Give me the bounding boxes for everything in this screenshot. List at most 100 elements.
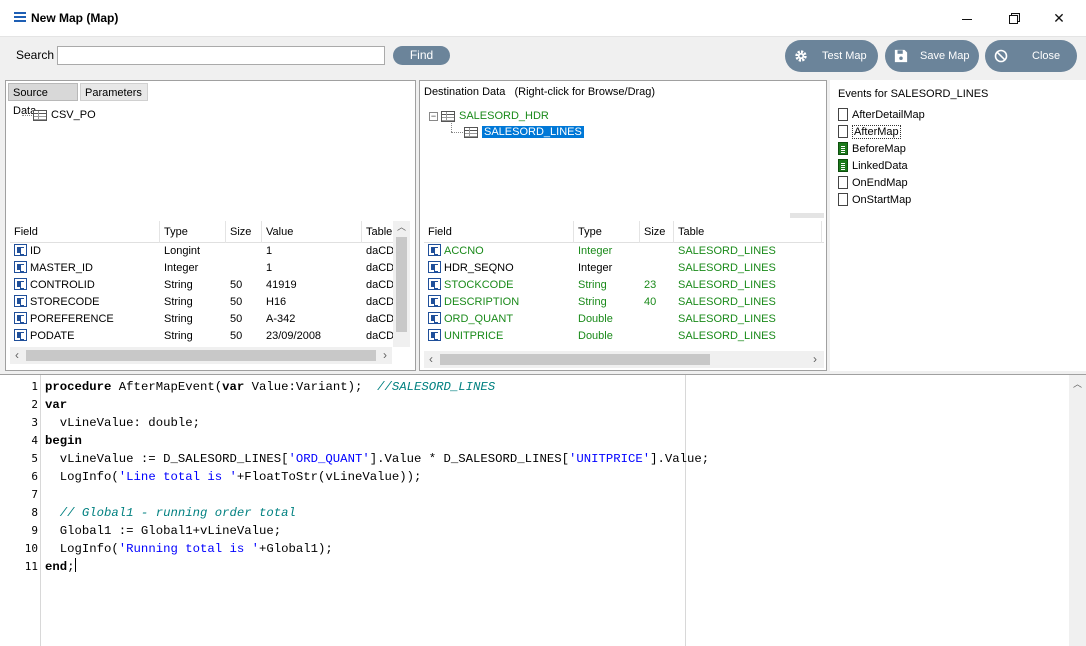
table-row[interactable]: HDR_SEQNO Integer SALESORD_LINES bbox=[424, 260, 824, 277]
type-cell: String bbox=[160, 277, 226, 294]
column-header-table[interactable]: Table bbox=[362, 221, 394, 243]
app-menu-icon[interactable] bbox=[14, 12, 26, 22]
destination-horizontal-scrollbar[interactable]: ‹ › bbox=[424, 351, 824, 368]
table-row[interactable]: PODATE String 50 23/09/2008 daCD bbox=[10, 328, 394, 345]
scroll-right-arrow-icon[interactable]: › bbox=[378, 347, 392, 364]
scroll-right-arrow-icon[interactable]: › bbox=[808, 351, 822, 368]
close-label: Close bbox=[1032, 50, 1061, 62]
cell-text: ID bbox=[30, 245, 41, 257]
event-item[interactable]: OnStartMap bbox=[838, 192, 911, 209]
tab-parameters[interactable]: Parameters bbox=[80, 83, 148, 101]
code-token: +Global1); bbox=[259, 542, 333, 556]
scroll-left-arrow-icon[interactable]: ‹ bbox=[10, 347, 24, 364]
code-token: ].Value * D_SALESORD_LINES[ bbox=[369, 452, 569, 466]
splitter-grip[interactable] bbox=[790, 213, 824, 218]
table-row[interactable]: CONTROLID String 50 41919 daCD bbox=[10, 277, 394, 294]
tab-source-data[interactable]: Source Data bbox=[8, 83, 78, 117]
table-icon bbox=[464, 126, 478, 138]
search-label: Search bbox=[16, 48, 55, 62]
type-cell: String bbox=[160, 294, 226, 311]
cell-text: daCD bbox=[366, 313, 394, 325]
cell-text: 1 bbox=[266, 262, 273, 274]
code-string: 'Running total is ' bbox=[118, 542, 260, 556]
cell-text: UNITPRICE bbox=[444, 330, 504, 342]
source-vertical-scrollbar[interactable]: ︿ bbox=[393, 221, 410, 347]
search-input[interactable] bbox=[57, 46, 385, 65]
code-document-icon bbox=[838, 159, 848, 172]
code-document-icon bbox=[838, 142, 848, 155]
table-row[interactable]: ORD_QUANT Double SALESORD_LINES bbox=[424, 311, 824, 328]
table-row[interactable]: ID Longint 1 daCD bbox=[10, 243, 394, 260]
cell-text: PODATE bbox=[30, 330, 75, 342]
window-close-button[interactable]: ✕ bbox=[1036, 0, 1082, 37]
event-item[interactable]: AfterDetailMap bbox=[838, 107, 925, 124]
type-cell: Integer bbox=[574, 243, 640, 260]
column-header-value[interactable]: Value bbox=[262, 221, 362, 243]
line-number: 8 bbox=[31, 506, 38, 519]
size-cell: 50 bbox=[226, 328, 262, 345]
source-horizontal-scrollbar[interactable]: ‹ › bbox=[10, 347, 392, 364]
maximize-button[interactable] bbox=[990, 0, 1036, 37]
code-token: ; bbox=[67, 560, 75, 574]
save-map-button[interactable]: Save Map bbox=[885, 40, 979, 72]
field-cell: PODATE bbox=[10, 328, 160, 345]
event-item[interactable]: LinkedData bbox=[838, 158, 908, 175]
event-item[interactable]: AfterMap bbox=[838, 124, 901, 141]
column-header-size[interactable]: Size bbox=[640, 221, 674, 243]
table-row[interactable]: ACCNO Integer SALESORD_LINES bbox=[424, 243, 824, 260]
cell-text: Integer bbox=[578, 245, 613, 257]
editor-vertical-scrollbar[interactable]: ︿ bbox=[1069, 375, 1086, 646]
event-label: AfterMap bbox=[852, 125, 901, 139]
code-token: +FloatToStr(vLineValue)); bbox=[236, 470, 422, 484]
scroll-up-arrow-icon[interactable]: ︿ bbox=[1069, 377, 1086, 390]
cell-text: A-342 bbox=[266, 313, 296, 325]
value-cell: H16 bbox=[262, 294, 362, 311]
source-tree-root[interactable]: CSV_PO bbox=[33, 107, 96, 123]
destination-header: Destination Data (Right-click for Browse… bbox=[424, 86, 655, 98]
test-map-button[interactable]: Test Map bbox=[785, 40, 878, 72]
table-cell: SALESORD_LINES bbox=[674, 328, 822, 345]
event-item[interactable]: BeforeMap bbox=[838, 141, 906, 158]
cell-text: 23 bbox=[644, 279, 657, 291]
field-cell: UNITPRICE bbox=[424, 328, 574, 345]
code-string: 'ORD_QUANT' bbox=[288, 452, 370, 466]
column-header-type[interactable]: Type bbox=[574, 221, 640, 243]
find-button[interactable]: Find bbox=[393, 46, 450, 65]
table-row[interactable]: STOCKCODE String 23 SALESORD_LINES bbox=[424, 277, 824, 294]
collapse-icon[interactable]: − bbox=[429, 111, 438, 121]
size-cell: 50 bbox=[226, 294, 262, 311]
column-header-size[interactable]: Size bbox=[226, 221, 262, 243]
column-header-field[interactable]: Field bbox=[424, 221, 574, 243]
type-cell: Double bbox=[574, 328, 640, 345]
cell-text: daCD bbox=[366, 330, 394, 342]
column-header-table[interactable]: Table bbox=[674, 221, 822, 243]
column-header-type[interactable]: Type bbox=[160, 221, 226, 243]
table-row[interactable]: MASTER_ID Integer 1 daCD bbox=[10, 260, 394, 277]
table-cell: daCD bbox=[362, 243, 394, 260]
column-header-field[interactable]: Field bbox=[10, 221, 160, 243]
cell-text: SALESORD_LINES bbox=[678, 262, 776, 274]
line-number: 5 bbox=[31, 452, 38, 465]
scrollbar-thumb[interactable] bbox=[440, 354, 710, 365]
scroll-left-arrow-icon[interactable]: ‹ bbox=[424, 351, 438, 368]
scroll-up-arrow-icon[interactable]: ︿ bbox=[393, 221, 410, 233]
table-row[interactable]: POREFERENCE String 50 A-342 daCD bbox=[10, 311, 394, 328]
destination-tree-child[interactable]: SALESORD_LINES bbox=[464, 124, 584, 140]
cell-text: daCD bbox=[366, 245, 394, 257]
scrollbar-thumb[interactable] bbox=[26, 350, 376, 361]
document-icon bbox=[838, 193, 848, 206]
destination-tree-parent[interactable]: − SALESORD_HDR bbox=[429, 108, 549, 124]
event-item[interactable]: OnEndMap bbox=[838, 175, 908, 192]
code-line-3: vLineValue: double; bbox=[45, 416, 200, 430]
close-button[interactable]: Close bbox=[985, 40, 1077, 72]
cell-text: SALESORD_LINES bbox=[678, 245, 776, 257]
table-row[interactable]: STORECODE String 50 H16 daCD bbox=[10, 294, 394, 311]
code-editor[interactable]: 1 2 3 4 5 6 7 8 9 10 11 procedure AfterMapEvent(va… bbox=[0, 374, 1086, 646]
table-row[interactable]: DESCRIPTION String 40 SALESORD_LINES bbox=[424, 294, 824, 311]
minimize-button[interactable] bbox=[944, 0, 990, 37]
table-row[interactable]: UNITPRICE Double SALESORD_LINES bbox=[424, 328, 824, 345]
cell-text: Double bbox=[578, 313, 613, 325]
scrollbar-thumb[interactable] bbox=[396, 237, 407, 332]
size-cell: 50 bbox=[226, 311, 262, 328]
field-icon bbox=[14, 329, 27, 341]
